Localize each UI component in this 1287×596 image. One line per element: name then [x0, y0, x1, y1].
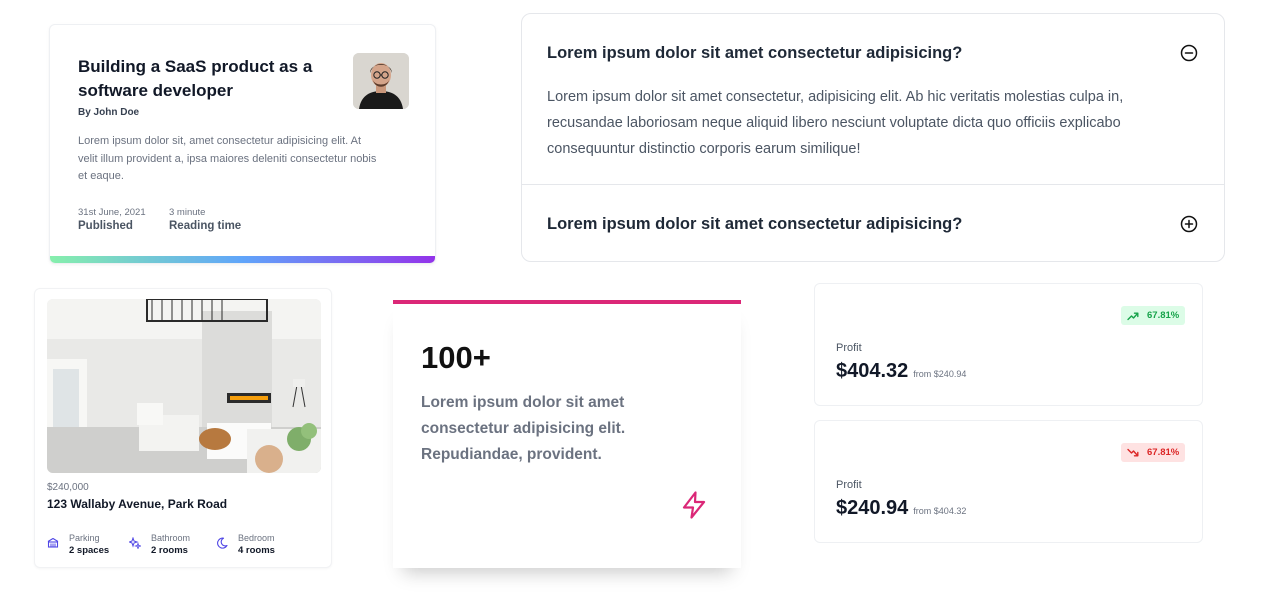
- stat-number: 100+: [421, 340, 491, 375]
- profit-label: Profit: [836, 479, 862, 491]
- faq-divider: [522, 184, 1224, 185]
- gradient-bar: [50, 256, 435, 263]
- publish-date: 31st June, 2021 Published: [78, 207, 146, 232]
- author-avatar: [353, 53, 409, 109]
- profit-from: from $240.94: [913, 369, 967, 379]
- profit-label: Profit: [836, 342, 862, 354]
- property-address[interactable]: 123 Wallaby Avenue, Park Road: [47, 497, 227, 511]
- moon-icon: [217, 537, 228, 549]
- blog-card[interactable]: Building a SaaS product as a software de…: [49, 24, 436, 264]
- profit-amount: $240.94: [836, 497, 909, 519]
- profit-from: from $404.32: [913, 506, 967, 516]
- feature-label: Bathroom: [151, 533, 191, 543]
- stat-description: Lorem ipsum dolor sit amet consectetur a…: [421, 394, 626, 463]
- parking-icon: [47, 537, 59, 548]
- profit-value: $240.94 from $404.32: [836, 497, 966, 520]
- faq-question-2[interactable]: Lorem ipsum dolor sit amet consectetur a…: [547, 215, 962, 234]
- profit-amount: $404.32: [836, 360, 909, 382]
- profit-card-up: 67.81% Profit $404.32 from $240.94: [814, 283, 1203, 406]
- publish-date-label: Published: [78, 220, 133, 232]
- profit-value: $404.32 from $240.94: [836, 360, 966, 383]
- property-image: [47, 299, 321, 473]
- feature-value: 2 rooms: [151, 545, 188, 556]
- blog-author: By John Doe: [78, 107, 140, 118]
- feature-value: 4 rooms: [238, 545, 275, 556]
- reading-time: 3 minute Reading time: [169, 207, 241, 232]
- lightning-icon: [682, 491, 706, 519]
- faq-accordion: Lorem ipsum dolor sit amet consectetur a…: [521, 13, 1225, 262]
- trend-down-badge: 67.81%: [1121, 443, 1186, 462]
- feature-value: 2 spaces: [69, 545, 110, 556]
- faq-question-1[interactable]: Lorem ipsum dolor sit amet consectetur a…: [547, 44, 962, 63]
- profit-card-down: 67.81% Profit $240.94 from $404.32: [814, 420, 1203, 543]
- reading-time-value: 3 minute: [169, 207, 206, 218]
- property-card[interactable]: $240,000 123 Wallaby Avenue, Park Road P…: [34, 288, 332, 568]
- reading-time-label: Reading time: [169, 220, 242, 232]
- sparkle-icon: [129, 537, 141, 549]
- blog-title[interactable]: Building a SaaS product as a software de…: [78, 55, 328, 103]
- faq-answer-1: Lorem ipsum dolor sit amet consectetur, …: [547, 89, 1124, 157]
- trend-percent: 67.81%: [1147, 310, 1180, 321]
- trend-down-icon: [1127, 448, 1139, 456]
- trend-up-icon: [1127, 312, 1139, 320]
- trend-up-badge: 67.81%: [1121, 306, 1186, 325]
- property-price: $240,000: [47, 482, 89, 493]
- feature-label: Parking: [69, 533, 100, 543]
- minus-circle-icon[interactable]: [1180, 44, 1198, 62]
- blog-excerpt: Lorem ipsum dolor sit, amet consectetur …: [78, 135, 377, 182]
- stat-card: 100+ Lorem ipsum dolor sit amet consecte…: [393, 300, 741, 568]
- plus-circle-icon[interactable]: [1180, 215, 1198, 233]
- publish-date-value: 31st June, 2021: [78, 207, 146, 218]
- feature-label: Bedroom: [238, 533, 275, 543]
- trend-percent: 67.81%: [1147, 447, 1180, 458]
